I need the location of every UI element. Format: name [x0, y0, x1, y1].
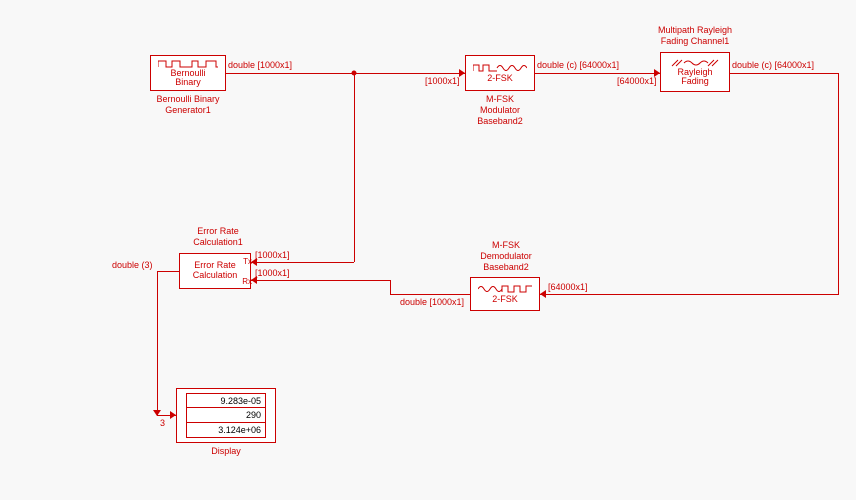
wire-demod-out-h2 [251, 280, 390, 281]
bernoulli-title: Bernoulli Binary [170, 69, 205, 87]
arrow-err-down [153, 410, 161, 416]
label-err-tx: [1000x1] [255, 250, 290, 260]
display-row-0: 9.283e-05 [186, 393, 266, 408]
diagram-canvas: Bernoulli Binary Bernoulli Binary Genera… [0, 0, 856, 500]
label-mod-in: [1000x1] [425, 76, 460, 86]
err-title: Error Rate Calculation [193, 261, 238, 281]
fsk-demod-wave-icon [478, 284, 532, 294]
wire-chan-out-v [838, 73, 839, 295]
wire-demod-out-v [390, 280, 391, 295]
wire-demod-out-h1 [390, 294, 470, 295]
arrow-mod-in [459, 69, 465, 77]
label-demod-in: [64000x1] [548, 282, 588, 292]
wire-mod-chan [535, 73, 660, 74]
bernoulli-label: Bernoulli Binary Generator1 [128, 94, 248, 116]
demod-label: M-FSK Demodulator Baseband2 [446, 240, 566, 272]
label-demod-out: double [1000x1] [400, 297, 464, 307]
label-err-rx: [1000x1] [255, 268, 290, 278]
err-label: Error Rate Calculation1 [158, 226, 278, 248]
wire-err-out-h [157, 271, 179, 272]
wire-tx-down [354, 73, 355, 262]
block-error-rate[interactable]: Error Rate Calculation Tx Rx [179, 253, 251, 289]
modulator-title: 2-FSK [487, 73, 513, 83]
label-chan-in: [64000x1] [617, 76, 657, 86]
wire-err-out-v [157, 271, 158, 416]
display-row-2: 3.124e+06 [186, 423, 266, 438]
block-demodulator[interactable]: 2-FSK [470, 277, 540, 311]
wire-tx-in [251, 262, 354, 263]
arrow-demod-in [540, 290, 546, 298]
arrow-disp-in [170, 411, 176, 419]
fsk-wave-icon [473, 63, 527, 73]
block-display[interactable]: 9.283e-05 290 3.124e+06 [176, 388, 276, 443]
wire-chan-out-h2 [540, 294, 838, 295]
label-chan-out: double (c) [64000x1] [732, 60, 814, 70]
block-channel[interactable]: Rayleigh Fading [660, 52, 730, 92]
label-bern-out: double [1000x1] [228, 60, 292, 70]
label-disp-in: 3 [160, 418, 165, 428]
display-row-1: 290 [186, 408, 266, 423]
channel-title: Rayleigh Fading [677, 68, 712, 86]
demod-title: 2-FSK [492, 294, 518, 304]
label-mod-out: double (c) [64000x1] [537, 60, 619, 70]
display-label: Display [166, 446, 286, 457]
block-modulator[interactable]: 2-FSK [465, 55, 535, 91]
wire-bern-mod [226, 73, 465, 74]
channel-label: Multipath Rayleigh Fading Channel1 [635, 25, 755, 47]
label-err-out: double (3) [112, 260, 153, 270]
block-bernoulli[interactable]: Bernoulli Binary [150, 55, 226, 91]
modulator-label: M-FSK Modulator Baseband2 [440, 94, 560, 126]
wire-chan-out-h1 [730, 73, 838, 74]
